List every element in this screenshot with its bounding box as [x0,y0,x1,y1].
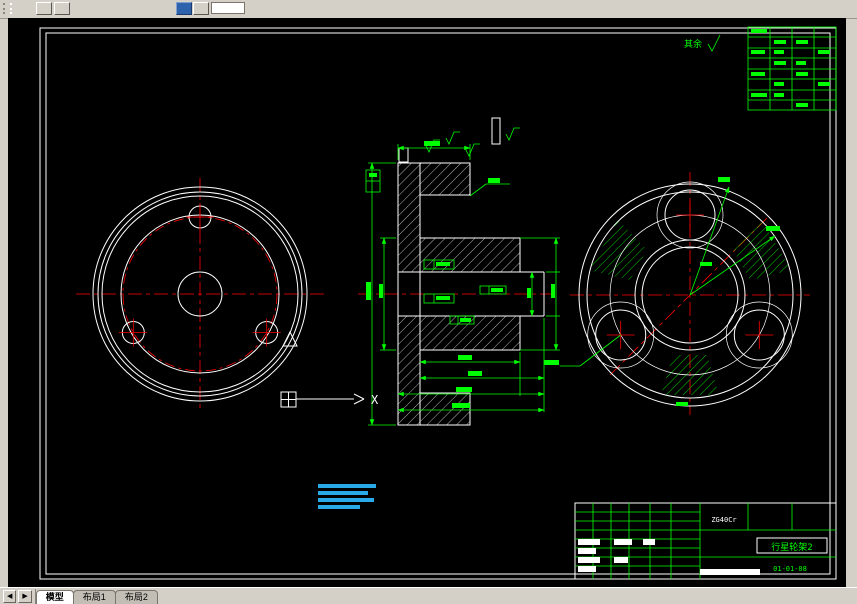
toolbar-grip-handle[interactable] [3,3,12,14]
layout-tab-bar: ◀ ▶ 模型 布局1 布局2 [0,587,857,604]
highlight-bar [700,569,760,575]
dim-text-mark [436,262,450,266]
table-text-mark [796,103,808,107]
dim-text-mark [458,355,472,360]
table-text-mark [751,50,765,54]
tab-scroll-controls: ◀ ▶ [0,589,36,604]
table-text-mark [774,61,786,65]
table-text-mark [818,50,830,54]
table-text-mark [796,72,808,76]
table-text-mark [774,40,786,44]
dim-text-mark [527,288,531,298]
toolbar-button-active[interactable] [176,2,192,15]
tab-layout2[interactable]: 布局2 [114,590,158,604]
table-text-mark [796,40,808,44]
highlighted-note-bar[interactable] [318,498,374,502]
highlighted-note-bar[interactable] [318,505,360,509]
highlighted-note-bar[interactable] [318,491,368,495]
highlight-bar [578,539,600,545]
drawing-number-text: 01-01-08 [773,565,807,573]
table-text-mark [751,29,767,33]
part-name-text: 行星轮架2 [771,541,812,553]
dim-text-mark [468,371,482,376]
dim-text-mark [700,262,712,266]
table-text-mark [774,82,784,86]
dim-text-mark [551,284,555,298]
dim-text-mark [766,226,780,231]
highlight-bar [578,548,596,554]
tab-layout1[interactable]: 布局1 [72,590,116,604]
dim-text-mark [369,173,377,177]
dim-text-mark [718,177,730,182]
highlight-bar [578,557,600,563]
material-text: ZG40Cr [711,516,736,524]
table-text-mark [818,82,830,86]
cad-application-window: 其余 ZG40Cr 行星轮架2 01-01-08 X ◀ ▶ 模型 布局1 布局… [0,0,857,604]
dim-text-mark [491,288,503,292]
highlighted-note-bar[interactable] [318,484,376,488]
tab-scroll-right-button[interactable]: ▶ [18,590,32,603]
table-text-mark [774,50,784,54]
tab-scroll-left-button[interactable]: ◀ [3,590,17,603]
table-text-mark [796,61,806,65]
dim-text-mark [460,318,471,322]
toolbar-button-2[interactable] [54,2,70,15]
toolbar-button-1[interactable] [36,2,52,15]
highlight-bar [614,539,632,545]
highlight-bar [614,557,628,563]
drawing-canvas[interactable]: 其余 ZG40Cr 行星轮架2 01-01-08 X [0,18,857,588]
toolbar-button-3[interactable] [193,2,209,15]
table-text-mark [774,93,784,97]
dim-text-mark [366,282,371,300]
dim-text-mark [452,403,470,408]
roughness-note-text: 其余 [684,38,702,50]
dim-text-mark [436,296,450,300]
dim-text-mark [488,178,500,183]
top-toolbar [0,0,857,19]
table-text-mark [751,93,767,97]
dim-text-mark [544,360,559,365]
dim-text-mark [456,387,472,392]
dim-text-mark [379,284,383,298]
highlight-bar [643,539,655,545]
table-text-mark [751,72,765,76]
highlight-bar [578,566,596,572]
dim-text-mark [676,402,688,406]
toolbar-input[interactable] [211,2,245,14]
ucs-x-label: X [371,393,379,407]
dim-text-mark [424,141,440,146]
tab-model[interactable]: 模型 [35,590,74,604]
